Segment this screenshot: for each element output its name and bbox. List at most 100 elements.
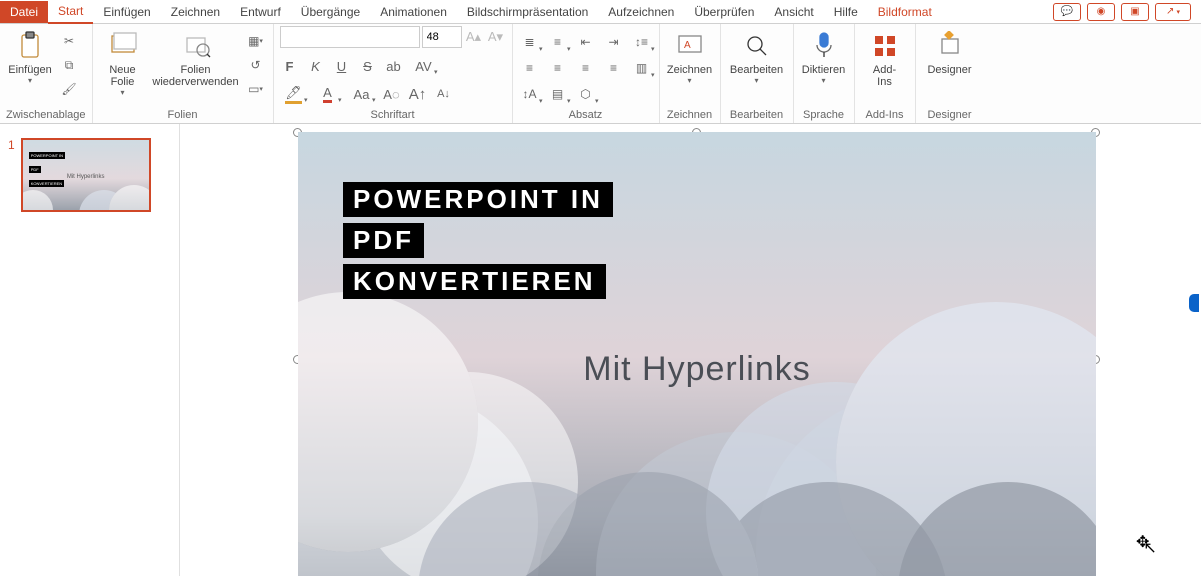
textbox-icon: A xyxy=(674,30,706,62)
tab-review[interactable]: Überprüfen xyxy=(684,1,764,23)
indent-decrease-button[interactable]: ⇤ xyxy=(575,32,597,52)
chevron-down-icon: ▾ xyxy=(338,96,342,104)
highlight-icon: 🖊 xyxy=(285,85,302,104)
brush-icon: 🖌 xyxy=(61,82,76,96)
reuse-slides-icon xyxy=(180,30,212,62)
decrease-font-button[interactable]: A▾ xyxy=(486,27,506,47)
dictate-button[interactable]: Diktieren ▾ xyxy=(800,26,848,85)
new-slide-icon xyxy=(107,30,139,62)
align-text-button[interactable]: ▤▾ xyxy=(547,84,569,104)
designer-icon xyxy=(934,30,966,62)
edit-button[interactable]: Bearbeiten ▾ xyxy=(727,26,787,85)
share-button[interactable]: ↗▾ xyxy=(1155,3,1191,21)
chevron-down-icon: ▾ xyxy=(651,71,655,79)
group-label: Designer xyxy=(922,109,978,123)
chevron-down-icon: ▾ xyxy=(651,45,655,53)
font-color-button[interactable]: A▾ xyxy=(314,84,342,104)
tab-file[interactable]: Datei xyxy=(0,1,48,23)
font-name-input[interactable] xyxy=(280,26,420,48)
paste-button[interactable]: Einfügen ▾ xyxy=(6,26,54,85)
columns-button[interactable]: ▥▾ xyxy=(631,58,653,78)
clear-formatting-button[interactable]: A◌ xyxy=(382,84,402,104)
microphone-icon xyxy=(808,30,840,62)
line-spacing-button[interactable]: ↕≡▾ xyxy=(631,32,653,52)
align-left-button[interactable]: ≡ xyxy=(519,58,541,78)
layout-button[interactable]: ▦▾ xyxy=(245,30,267,52)
designer-button[interactable]: Designer xyxy=(922,26,978,76)
group-font: A▴ A▾ F K U S ab AV▾ 🖊▾ A▾ Aa▾ A◌ A↑ A↓ … xyxy=(274,24,513,123)
copy-icon: ⧉ xyxy=(65,58,74,73)
tab-help[interactable]: Hilfe xyxy=(824,1,868,23)
change-case-button[interactable]: Aa▾ xyxy=(348,84,376,104)
chevron-down-icon: ▾ xyxy=(567,45,571,53)
justify-button[interactable]: ≡ xyxy=(603,58,625,78)
tab-animations[interactable]: Animationen xyxy=(370,1,457,23)
tab-slideshow[interactable]: Bildschirmpräsentation xyxy=(457,1,598,23)
tab-record[interactable]: Aufzeichnen xyxy=(598,1,684,23)
slide-thumbnail-1[interactable]: POWERPOINT IN PDF KONVERTIEREN Mit Hyper… xyxy=(21,138,151,212)
shadow-button[interactable]: ab xyxy=(384,56,404,76)
chevron-down-icon: ▾ xyxy=(259,37,263,45)
tab-design[interactable]: Entwurf xyxy=(230,1,291,23)
bold-button[interactable]: F xyxy=(280,56,300,76)
tab-start[interactable]: Start xyxy=(48,0,93,24)
align-center-button[interactable]: ≡ xyxy=(547,58,569,78)
columns-icon: ▥ xyxy=(636,61,647,75)
slide-editor[interactable]: POWERPOINT IN PDF KONVERTIEREN Mit Hyper… xyxy=(180,124,1201,576)
ribbon-tabstrip: Datei Start Einfügen Zeichnen Entwurf Üb… xyxy=(0,0,1201,24)
align-right-button[interactable]: ≡ xyxy=(575,58,597,78)
slide-canvas[interactable]: POWERPOINT IN PDF KONVERTIEREN Mit Hyper… xyxy=(298,132,1096,576)
smartart-button[interactable]: ⬡▾ xyxy=(575,84,597,104)
thumbnail-panel: 1 POWERPOINT IN PDF KONVERTIEREN Mit Hyp… xyxy=(0,124,180,576)
shrink-font-button[interactable]: A↓ xyxy=(434,84,454,104)
italic-button[interactable]: K xyxy=(306,56,326,76)
reset-button[interactable]: ↺ xyxy=(245,54,267,76)
indent-increase-button[interactable]: ⇥ xyxy=(603,32,625,52)
chevron-down-icon: ▾ xyxy=(821,76,825,85)
font-size-input[interactable] xyxy=(422,26,462,48)
draw-button[interactable]: A Zeichnen ▾ xyxy=(666,26,714,85)
underline-button[interactable]: U xyxy=(332,56,352,76)
indent-icon: ⇥ xyxy=(608,35,618,49)
reuse-slides-button[interactable]: Folien wiederverwenden xyxy=(151,26,241,88)
tab-insert[interactable]: Einfügen xyxy=(93,1,160,23)
char-spacing-button[interactable]: AV▾ xyxy=(410,56,438,76)
speech-bubble-icon: 💬 xyxy=(1061,6,1073,17)
chevron-down-icon: ▾ xyxy=(120,88,124,97)
present-button[interactable]: ▣ xyxy=(1121,3,1149,21)
record-button[interactable]: ◉ xyxy=(1087,3,1115,21)
tab-picture-format[interactable]: Bildformat xyxy=(868,1,942,23)
tab-draw[interactable]: Zeichnen xyxy=(161,1,230,23)
cut-button[interactable]: ✂ xyxy=(58,30,80,52)
group-label: Bearbeiten xyxy=(727,109,787,123)
chevron-down-icon: ▾ xyxy=(434,68,438,76)
grid-icon xyxy=(869,30,901,62)
slide-subtitle[interactable]: Mit Hyperlinks xyxy=(298,350,1096,389)
addins-button[interactable]: Add- Ins xyxy=(861,26,909,88)
bullets-button[interactable]: ≣▾ xyxy=(519,32,541,52)
tab-transitions[interactable]: Übergänge xyxy=(291,1,370,23)
strikethrough-button[interactable]: S xyxy=(358,56,378,76)
side-panel-tab[interactable] xyxy=(1189,294,1199,312)
numbering-button[interactable]: ≡▾ xyxy=(547,32,569,52)
increase-font-button[interactable]: A▴ xyxy=(464,27,484,47)
highlight-button[interactable]: 🖊▾ xyxy=(280,84,308,104)
screen-icon: ▣ xyxy=(1130,6,1139,17)
right-rail xyxy=(1187,124,1201,576)
scissors-icon: ✂ xyxy=(64,34,74,48)
copy-button[interactable]: ⧉ xyxy=(58,54,80,76)
justify-icon: ≡ xyxy=(610,61,617,75)
new-slide-button[interactable]: Neue Folie ▾ xyxy=(99,26,147,97)
search-icon xyxy=(741,30,773,62)
quick-access-toolbar: 💬 ◉ ▣ ↗▾ xyxy=(1053,3,1201,21)
layout-icon: ▦ xyxy=(248,34,259,48)
section-button[interactable]: ▭▾ xyxy=(245,78,267,100)
tab-view[interactable]: Ansicht xyxy=(764,1,823,23)
text-direction-button[interactable]: ↕A▾ xyxy=(519,84,541,104)
grow-font-button[interactable]: A↑ xyxy=(408,84,428,104)
slide-title[interactable]: POWERPOINT IN PDF KONVERTIEREN xyxy=(343,182,613,305)
comments-button[interactable]: 💬 xyxy=(1053,3,1081,21)
group-label: Folien xyxy=(99,109,267,123)
format-painter-button[interactable]: 🖌 xyxy=(58,78,80,100)
chevron-down-icon: ▾ xyxy=(372,96,376,104)
